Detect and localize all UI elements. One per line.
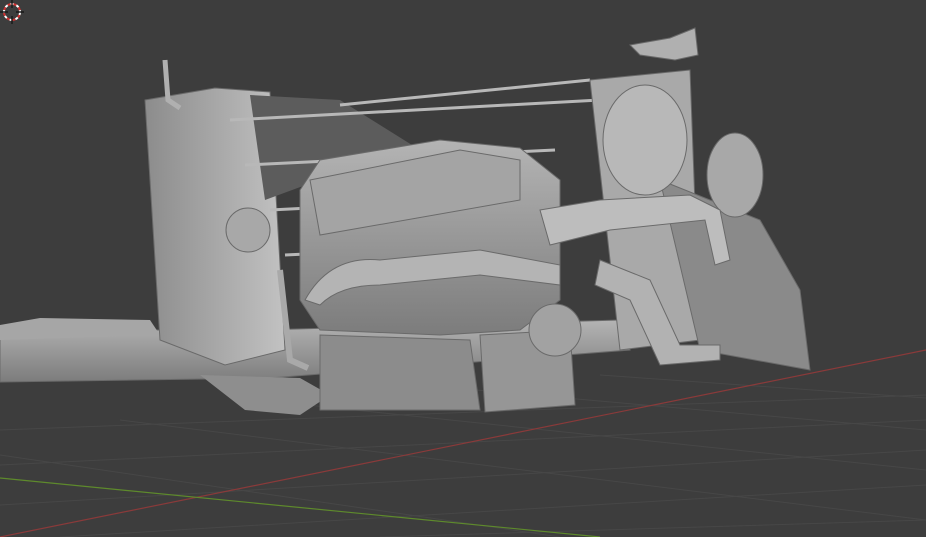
car-engine-chassis-model[interactable] (0, 27, 811, 415)
3d-viewport[interactable] (0, 0, 926, 537)
headlight-left (602, 84, 688, 196)
underbody (200, 375, 330, 415)
oil-pan (319, 334, 481, 411)
radiator-cap (628, 27, 699, 61)
firewall-plate (225, 207, 271, 253)
headlight-right (706, 132, 764, 218)
3d-cursor-icon[interactable] (0, 0, 24, 24)
viewport-canvas[interactable] (0, 0, 926, 537)
pulley (528, 303, 582, 357)
